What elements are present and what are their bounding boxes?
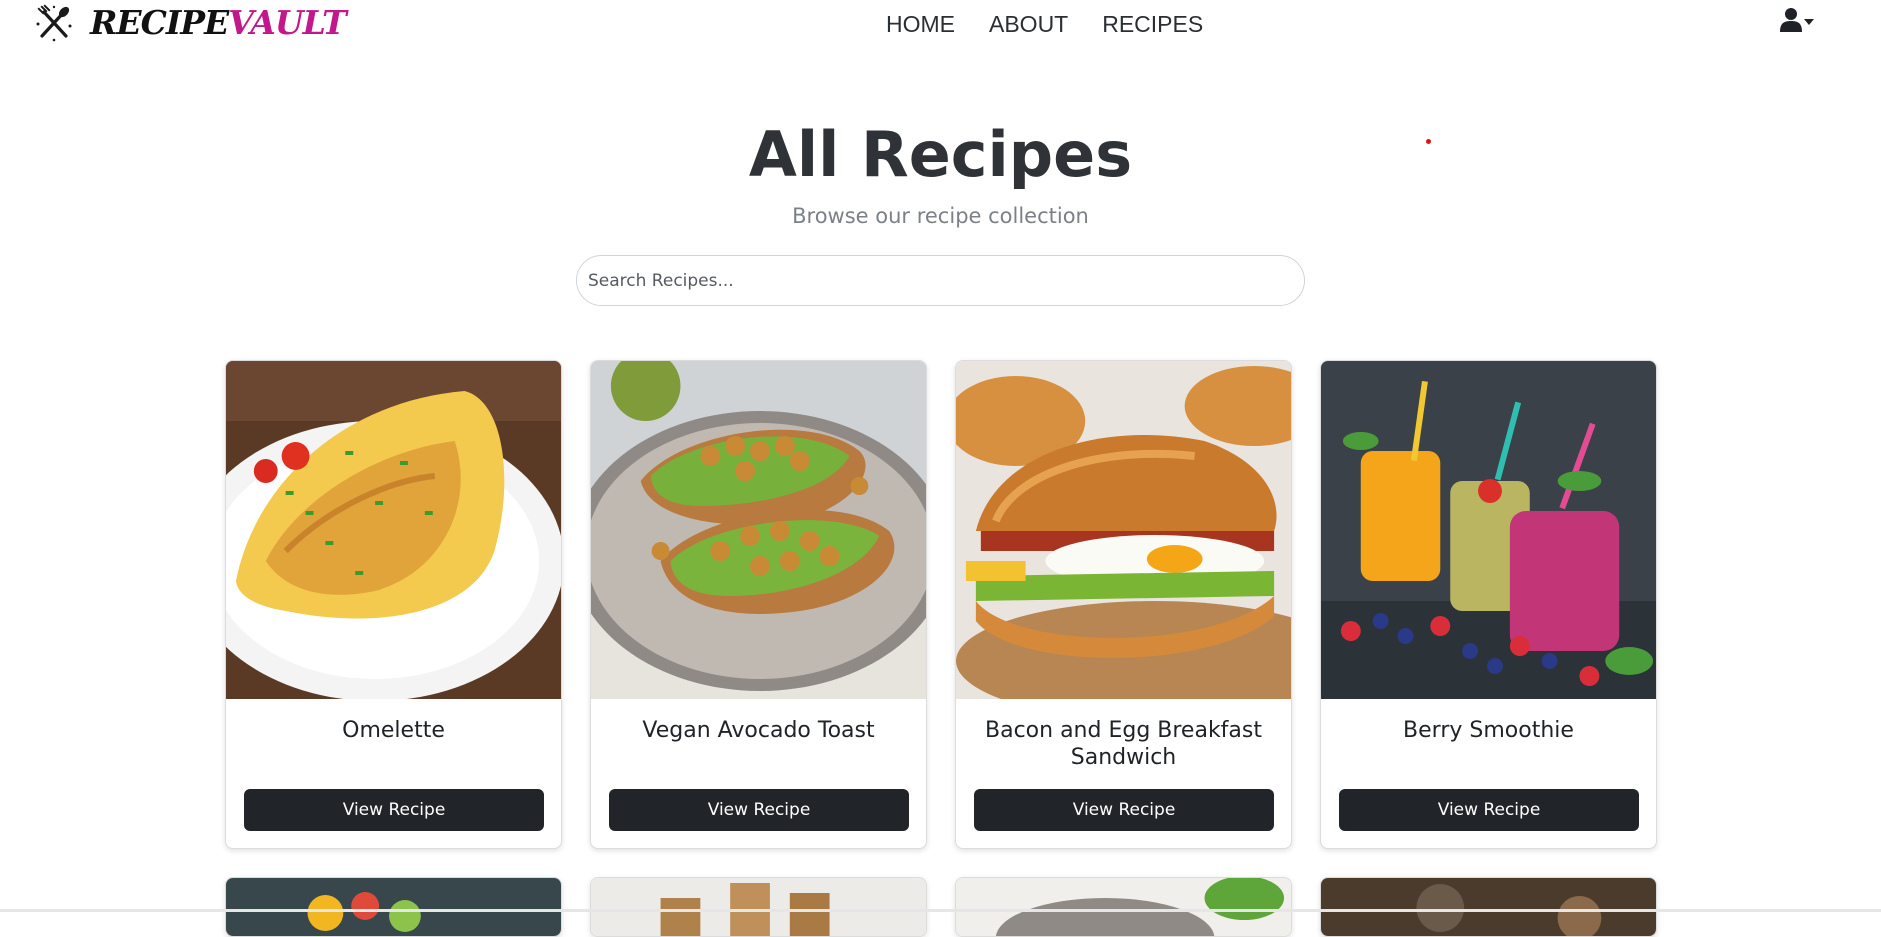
brand-name-part1: RECIPE	[90, 3, 229, 42]
view-recipe-button[interactable]: View Recipe	[1339, 789, 1639, 831]
recipe-title: Berry Smoothie	[1403, 718, 1574, 743]
fork-knife-icon	[34, 4, 74, 42]
recipe-title: Omelette	[342, 718, 445, 743]
recipe-image[interactable]	[1321, 878, 1656, 937]
recipe-card: Vegan Avocado Toast View Recipe	[590, 360, 927, 849]
recipe-image-omelette[interactable]	[226, 361, 561, 699]
recipe-image-vegan-avocado-toast[interactable]	[591, 361, 926, 699]
view-recipe-button[interactable]: View Recipe	[244, 789, 544, 831]
view-recipe-button[interactable]: View Recipe	[609, 789, 909, 831]
brand-name-part2: VAULT	[228, 3, 346, 42]
brand-logo[interactable]: RECIPEVAULT	[34, 3, 347, 42]
recipe-image-berry-smoothie[interactable]	[1321, 361, 1656, 699]
recipe-card	[590, 877, 927, 937]
recipe-card	[225, 877, 562, 937]
navbar: RECIPEVAULT HOME ABOUT RECIPES	[0, 0, 1881, 48]
recipe-image[interactable]	[956, 878, 1291, 937]
red-dot-marker	[1426, 139, 1431, 144]
page-subtitle: Browse our recipe collection	[792, 204, 1089, 228]
recipe-image[interactable]	[591, 878, 926, 937]
nav-links: HOME ABOUT RECIPES	[886, 10, 1203, 38]
recipe-image[interactable]	[226, 878, 561, 937]
recipe-card: Omelette View Recipe	[225, 360, 562, 849]
recipe-card	[955, 877, 1292, 937]
view-recipe-button[interactable]: View Recipe	[974, 789, 1274, 831]
page-title: All Recipes	[748, 118, 1133, 191]
recipe-card: Bacon and Egg Breakfast Sandwich View Re…	[955, 360, 1292, 849]
nav-link-home[interactable]: HOME	[886, 10, 955, 38]
search-input[interactable]	[576, 255, 1305, 306]
recipe-title: Bacon and Egg Breakfast Sandwich	[985, 718, 1262, 770]
recipe-image-bacon-egg-sandwich[interactable]	[956, 361, 1291, 699]
user-icon	[1780, 7, 1802, 37]
brand-name: RECIPEVAULT	[90, 3, 347, 42]
nav-link-recipes[interactable]: RECIPES	[1102, 10, 1203, 38]
user-menu-toggle[interactable]	[1780, 6, 1814, 38]
recipe-title: Vegan Avocado Toast	[642, 718, 875, 743]
nav-link-about[interactable]: ABOUT	[989, 10, 1068, 38]
recipe-card	[1320, 877, 1657, 937]
recipe-card: Berry Smoothie View Recipe	[1320, 360, 1657, 849]
chevron-down-icon	[1804, 19, 1814, 25]
